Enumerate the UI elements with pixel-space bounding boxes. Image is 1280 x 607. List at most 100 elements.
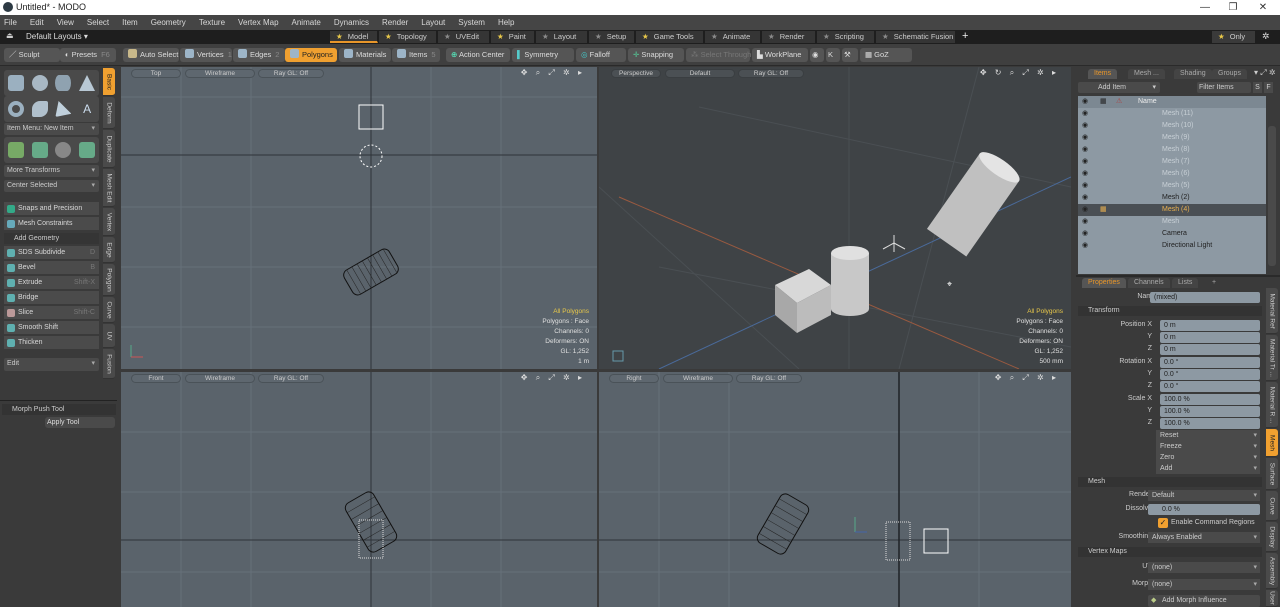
materials-button[interactable]: Materials [339,48,391,62]
tab-mesh-ops[interactable]: Mesh ... [1128,69,1165,79]
cone-tool-icon[interactable] [79,75,96,91]
tool-sds-subdivide[interactable]: SDS Subdivide D [4,246,99,260]
vtab-material-r[interactable]: Material R ... [1266,382,1278,428]
list-item-selected[interactable]: ◉ ▦ Mesh (4) [1078,204,1266,216]
s-filter-button[interactable]: S [1253,82,1262,93]
tab-paint[interactable]: ★ Paint [491,31,535,43]
workplane-button[interactable]: ▙ WorkPlane [752,48,808,62]
list-item[interactable]: ◉ Mesh (6) [1078,168,1266,180]
rotation-x-field[interactable]: 0.0 ° [1160,357,1260,368]
list-item[interactable]: ◉ Mesh (7) [1078,156,1266,168]
eye-icon[interactable]: ◉ [1082,168,1088,180]
menu-layout[interactable]: Layout [421,18,445,27]
shading-dropdown[interactable]: Wireframe [663,374,733,383]
ray-gl-dropdown[interactable]: Ray GL: Off [738,69,804,78]
tab-layout[interactable]: ★ Layout [536,31,588,43]
vtab-duplicate[interactable]: Duplicate [103,130,115,168]
list-item[interactable]: ◉ Mesh (5) [1078,180,1266,192]
viewport-front[interactable]: Front Wireframe Ray GL: Off ✥ ⌕ ⤢ ✲ ▸ [121,372,597,607]
viewport-nav-icons[interactable]: ✥ ↻ ⌕ ⤢ ✲ ▸ [980,68,1059,78]
render-preview-icon[interactable]: ◉ [810,48,824,62]
vtab-curve[interactable]: Curve [103,297,115,323]
vertex-maps-section[interactable]: Vertex Maps [1078,547,1262,557]
item-list-scrollbar[interactable] [1268,126,1276,266]
menu-texture[interactable]: Texture [199,18,225,27]
vtab-surface[interactable]: Surface [1266,458,1278,490]
morph-push-tool-section[interactable]: Morph Push Tool [2,404,116,415]
viewport-perspective[interactable]: ⌖ Perspective Default Ray GL: Off ✥ ↻ ⌕ … [599,67,1071,369]
vertices-button[interactable]: Vertices 1 [180,48,232,62]
pen-tool-icon[interactable] [55,101,72,117]
tab-topology[interactable]: ★ Topology [379,31,437,43]
vtab-user[interactable]: User [1266,590,1278,607]
menu-file[interactable]: File [4,18,17,27]
action-center-button[interactable]: ⊕ Action Center [446,48,510,62]
eye-icon[interactable]: ◉ [1082,216,1088,228]
viewport-nav-icons[interactable]: ✥ ⌕ ⤢ ✲ ▸ [521,68,585,78]
menu-view[interactable]: View [57,18,74,27]
add-item-dropdown[interactable]: Add Item ▾ [1078,82,1160,93]
polygons-button[interactable]: Polygons [285,48,337,62]
scale-z-field[interactable]: 100.0 % [1160,418,1260,429]
move-tool-icon[interactable] [7,142,24,158]
vtab-deform[interactable]: Deform [103,97,115,129]
items-button[interactable]: Items 5 [392,48,440,62]
eye-icon[interactable]: ◉ [1082,240,1088,252]
edit-dropdown[interactable]: Edit ▾ [4,358,99,371]
panel-options-icons[interactable]: ▾ ⤢ ✲ [1254,68,1276,78]
kit-icon[interactable]: K [826,48,840,62]
morph-dropdown[interactable]: (none) ▾ [1148,579,1260,590]
eye-icon[interactable]: ◉ [1082,132,1088,144]
menu-select[interactable]: Select [87,18,109,27]
enable-command-regions-checkbox[interactable]: ✓ [1158,518,1168,528]
ray-gl-dropdown[interactable]: Ray GL: Off [736,374,802,383]
edges-button[interactable]: Edges 2 [233,48,285,62]
eye-icon[interactable]: ◉ [1082,144,1088,156]
eye-icon[interactable]: ◉ [1082,228,1088,240]
freeze-dropdown[interactable]: Freeze ▾ [1156,441,1260,452]
rotation-y-field[interactable]: 0.0 ° [1160,369,1260,380]
cube-tool-icon[interactable] [7,75,24,91]
name-field[interactable]: (mixed) [1150,292,1260,303]
eject-icon[interactable]: ⏏ [6,31,14,40]
tool-smooth-shift[interactable]: Smooth Shift [4,321,99,335]
eye-icon[interactable]: ◉ [1082,120,1088,132]
hammer-icon[interactable]: ⚒ [842,48,858,62]
transform-tool-icon[interactable] [79,142,96,158]
tab-groups[interactable]: Groups [1212,69,1247,79]
eye-icon[interactable]: ◉ [1082,204,1088,216]
add-tab-button[interactable]: + [1206,278,1222,288]
menu-item[interactable]: Item [122,18,138,27]
position-z-field[interactable]: 0 m [1160,344,1260,355]
tab-items[interactable]: Items [1088,69,1118,79]
tool-bridge[interactable]: Bridge [4,291,99,305]
scale-y-field[interactable]: 100.0 % [1160,406,1260,417]
list-item[interactable]: ◉ Mesh (10) [1078,120,1266,132]
tab-channels[interactable]: Channels [1128,278,1170,288]
text-tool-icon[interactable]: A [79,101,95,117]
menu-geometry[interactable]: Geometry [151,18,186,27]
only-favorites-toggle[interactable]: ★ Only [1212,31,1256,43]
falloff-button[interactable]: ◎ Falloff [576,48,626,62]
cylinder-tool-icon[interactable] [55,75,72,91]
menu-render[interactable]: Render [382,18,408,27]
snaps-precision-button[interactable]: Snaps and Precision [4,202,99,216]
menu-vertex-map[interactable]: Vertex Map [238,18,278,27]
gear-icon[interactable]: ✲ [1262,31,1270,42]
goz-button[interactable]: ▦ GoZ [860,48,912,62]
viewport-right[interactable]: Right Wireframe Ray GL: Off ✥ ⌕ ⤢ ✲ ▸ [599,372,1071,607]
scale-tool-icon[interactable] [55,142,72,158]
item-menu-dropdown[interactable]: Item Menu: New Item ▾ [4,123,99,135]
eye-icon[interactable]: ◉ [1082,180,1088,192]
add-geometry-section[interactable]: Add Geometry [4,233,99,244]
viewport-nav-icons[interactable]: ✥ ⌕ ⤢ ✲ ▸ [995,373,1059,383]
f-filter-button[interactable]: F [1264,82,1273,93]
tab-schematic-fusion[interactable]: ★ Schematic Fusion [876,31,956,43]
tool-extrude[interactable]: Extrude Shift-X [4,276,99,290]
vtab-material-tr[interactable]: Material Tr ... [1266,335,1278,381]
tab-lists[interactable]: Lists [1172,278,1199,288]
symmetry-button[interactable]: ▌ Symmetry [512,48,574,62]
menu-edit[interactable]: Edit [30,18,44,27]
vtab-edge[interactable]: Edge [103,237,115,263]
add-layout-tab-button[interactable]: + [962,30,968,42]
